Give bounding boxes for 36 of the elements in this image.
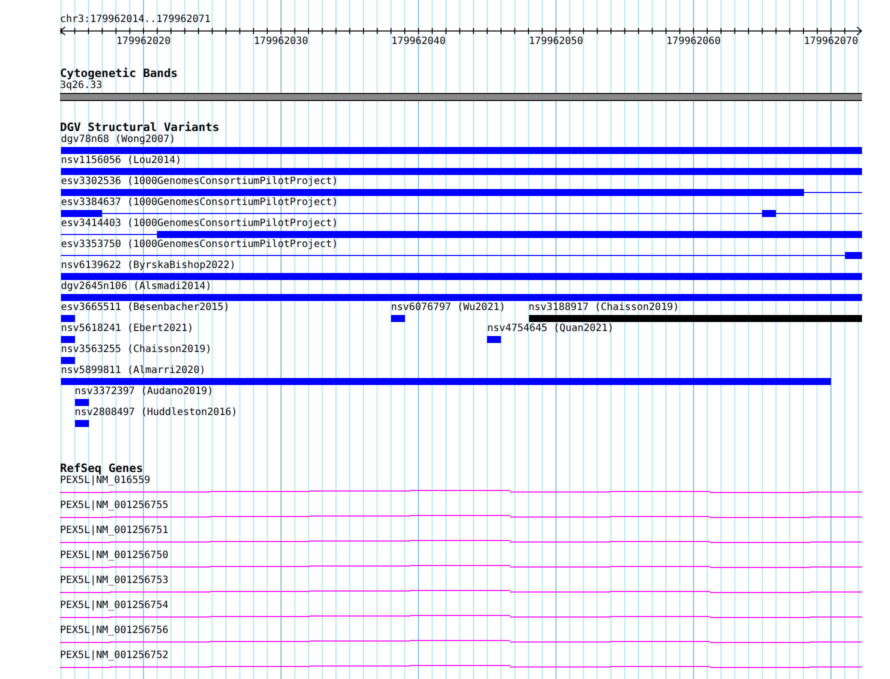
ruler-label: 179962020 [116,36,171,48]
feature-label: dgv78n68 (Wong2007) [61,134,176,145]
feature-label: nsv6139622 (ByrskaBishop2022) [61,260,236,271]
transcript-label: PEX5L|NM_001256751 [60,525,168,536]
ruler-label: 179962030 [254,36,308,48]
feature-label: nsv3188917 (Chaisson2019) [528,302,680,313]
track-title: RefSeq Genes [60,463,144,474]
feature-label: nsv5899811 (Almarri2020) [61,365,206,376]
feature-label: esv3302536 (1000GenomesConsortiumPilotProject) [61,176,338,187]
feature-label: esv3414403 (1000GenomesConsortiumPilotProject) [61,218,338,229]
feature-label: nsv4754645 (Quan2021) [487,323,614,334]
ruler-label: 179962060 [666,36,721,48]
feature-label: esv3353750 (1000GenomesConsortiumPilotProject) [61,239,338,250]
transcript-label: PEX5L|NM_001256756 [60,625,168,636]
feature-label: esv3384637 (1000GenomesConsortiumPilotProject) [61,197,338,208]
feature-label: nsv3563255 (Chaisson2019) [61,344,212,355]
ruler-label: 179962040 [391,36,446,48]
feature-label: nsv2808497 (Huddleston2016) [74,407,238,418]
track-title: Cytogenetic Bands [60,68,179,79]
track-title: DGV Structural Variants [60,122,220,133]
feature-label: nsv1156056 (Lou2014) [61,155,182,166]
transcript-label: PEX5L|NM_001256754 [60,600,168,611]
ruler-label: 179962050 [528,36,584,48]
feature-label: nsv3372397 (Audano2019) [74,386,214,397]
feature-label: esv3665511 (Besenbacher2015) [61,302,230,313]
transcript-label: PEX5L|NM_001256755 [60,500,168,511]
transcript-label: PEX5L|NM_001256752 [60,650,168,661]
ruler-label: 179962070 [804,36,858,48]
transcript-label: PEX5L|NM_016559 [60,475,150,486]
location-label: chr3:179962014..179962071 [60,14,212,26]
transcript-label: PEX5L|NM_001256753 [60,575,168,586]
feature-label: dgv2645n106 (Alsmadi2014) [61,281,212,292]
transcript-label: PEX5L|NM_001256750 [60,550,168,561]
feature-label: nsv5618241 (Ebert2021) [61,323,194,334]
feature-label: nsv6076797 (Wu2021) [391,302,506,313]
band-label: 3q26.33 [60,80,104,91]
